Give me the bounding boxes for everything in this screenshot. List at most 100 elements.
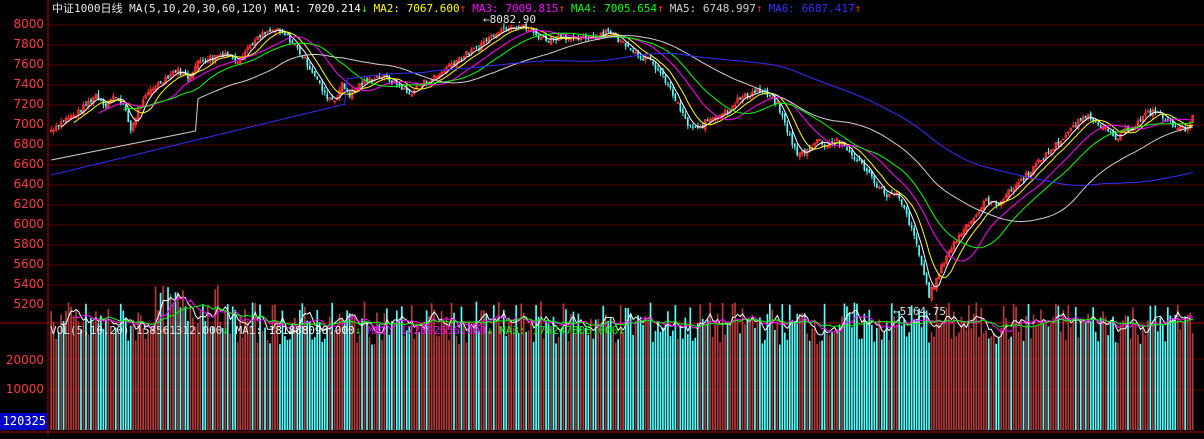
- candle-body: [398, 84, 401, 86]
- volume-bar: [1189, 312, 1192, 430]
- volume-bar: [679, 325, 682, 430]
- candle-body: [781, 113, 784, 116]
- candle-body: [739, 97, 741, 100]
- volume-bar: [793, 320, 796, 430]
- volume-bar: [1176, 304, 1179, 430]
- candle-body: [659, 68, 662, 74]
- candle-body: [453, 63, 455, 65]
- volume-bar: [821, 340, 823, 430]
- candle-body: [1094, 121, 1097, 123]
- volume-bar: [841, 316, 843, 430]
- volume-bar: [1092, 307, 1095, 430]
- volume-bar: [1124, 315, 1127, 430]
- candle-body: [793, 143, 796, 147]
- candle-body: [664, 75, 667, 83]
- main-header: 中证1000日线 MA(5,10,20,30,60,120) MA1: 7020…: [52, 3, 867, 15]
- chart-canvas[interactable]: [0, 0, 1204, 436]
- candle-body: [848, 149, 851, 153]
- volume-bar: [112, 334, 115, 430]
- volume-bar: [1040, 309, 1042, 430]
- candle-body: [642, 58, 644, 61]
- volume-bar: [955, 336, 958, 430]
- volume-bar: [634, 320, 637, 430]
- ma-5: MA5: 6748.997↑: [670, 2, 763, 15]
- volume-bar: [443, 322, 445, 430]
- candle-body: [873, 175, 876, 184]
- volume-bar: [828, 335, 831, 430]
- volume-bar: [550, 326, 552, 430]
- volume-bar: [612, 330, 615, 430]
- candle-body: [1047, 151, 1050, 154]
- candle-body: [617, 37, 620, 43]
- volume-bar: [759, 317, 761, 430]
- volume-bar: [672, 330, 674, 430]
- volume-bar: [873, 341, 876, 430]
- volume-bar: [704, 324, 707, 430]
- volume-bar: [918, 308, 920, 430]
- candle-body: [639, 56, 642, 59]
- volume-bar: [980, 308, 983, 430]
- candle-body: [672, 89, 674, 96]
- ma-value: 7020.214: [307, 2, 361, 15]
- candle-body: [1139, 119, 1142, 121]
- candle-body: [674, 93, 677, 102]
- candle-body: [259, 34, 261, 38]
- candle-body: [669, 84, 672, 89]
- volume-bar: [719, 342, 721, 430]
- volume-bar: [517, 332, 520, 430]
- volume-bar: [930, 332, 933, 430]
- candle-body: [691, 126, 694, 128]
- candle-body: [694, 126, 697, 128]
- volume-bar: [778, 344, 781, 430]
- price-axis-tick: 7400: [13, 77, 44, 91]
- candle-body: [114, 97, 117, 99]
- volume-bar: [826, 334, 828, 430]
- volume-bar: [851, 327, 853, 430]
- volume-bar: [741, 308, 744, 430]
- volume-bar: [933, 336, 935, 430]
- volume-bar: [276, 322, 279, 430]
- volume-bar: [1082, 318, 1085, 430]
- candle-body: [908, 212, 910, 225]
- volume-bar: [1127, 316, 1129, 430]
- candle-body: [624, 42, 627, 47]
- candle-body: [885, 194, 888, 198]
- volume-bar: [87, 334, 90, 430]
- volume-bar: [532, 341, 535, 430]
- volume-bar: [321, 341, 324, 430]
- volume-bar: [900, 325, 903, 430]
- volume-bar: [1005, 318, 1007, 430]
- volume-bar: [885, 322, 888, 430]
- volume-bar: [903, 319, 906, 430]
- volume-bar: [326, 325, 329, 430]
- volume-bar: [547, 322, 550, 430]
- volume-bar: [102, 329, 105, 430]
- candle-body: [866, 168, 868, 172]
- volume-bar: [972, 313, 975, 430]
- volume-bar: [308, 320, 311, 430]
- volume-bar: [197, 322, 199, 430]
- volume-bar: [1072, 321, 1075, 430]
- vol-ma-arrow: ↓: [618, 324, 625, 337]
- volume-bar: [152, 327, 154, 430]
- volume-bar: [142, 328, 145, 430]
- volume-bar: [1060, 331, 1062, 430]
- volume-bar: [187, 320, 189, 430]
- volume-bar: [1052, 316, 1055, 430]
- candle-body: [1027, 172, 1030, 176]
- ma-label: MA6:: [768, 2, 802, 15]
- volume-bar: [162, 286, 164, 430]
- ma-4: MA4: 7005.654↑: [571, 2, 664, 15]
- volume-bar: [808, 340, 811, 430]
- candle-body: [679, 103, 682, 112]
- volume-bar: [129, 325, 132, 430]
- volume-bar: [109, 326, 112, 430]
- volume-bar: [241, 337, 244, 430]
- volume-bar: [875, 327, 878, 430]
- volume-bar: [313, 337, 316, 430]
- volume-bar: [1104, 316, 1107, 430]
- candle-body: [706, 119, 709, 121]
- volume-bar: [669, 336, 672, 430]
- volume-bar: [333, 329, 336, 430]
- volume-bar: [525, 331, 527, 430]
